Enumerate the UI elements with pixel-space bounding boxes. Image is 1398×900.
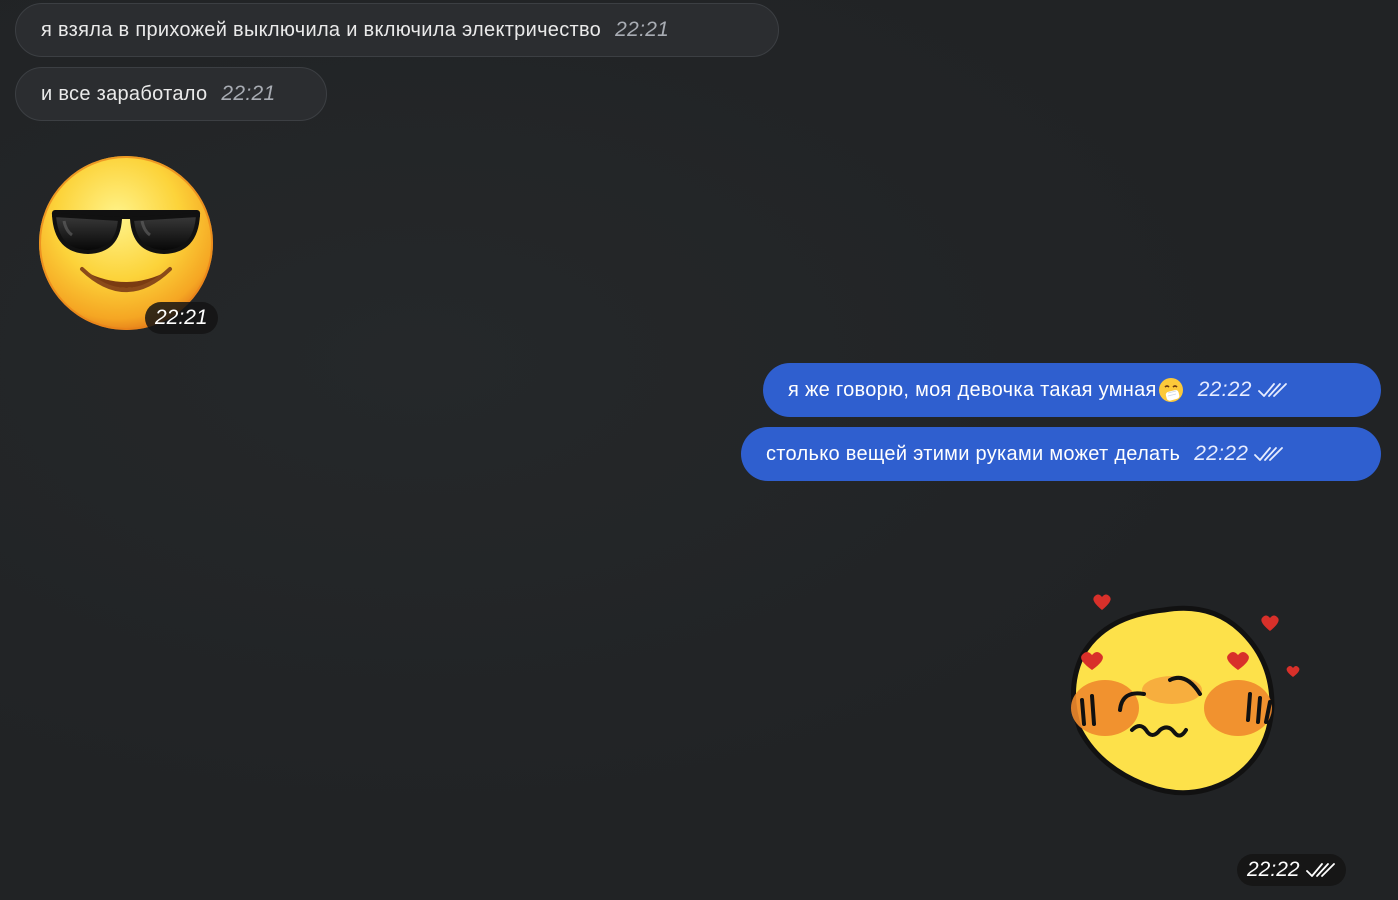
sticker-time-badge: 22:22 bbox=[1237, 854, 1346, 886]
sticker-time: 22:22 bbox=[1247, 858, 1300, 881]
sticker-time: 22:21 bbox=[155, 306, 208, 329]
outgoing-message[interactable]: столько вещей этими руками может делать … bbox=[741, 427, 1381, 481]
message-text: столько вещей этими руками может делать bbox=[766, 442, 1181, 465]
chat-area: я взяла в прихожей выключила и включила … bbox=[0, 0, 1398, 900]
incoming-message[interactable]: я взяла в прихожей выключила и включила … bbox=[15, 3, 779, 57]
blushing-hearts-sticker-icon bbox=[1070, 594, 1300, 796]
read-checkmarks-icon bbox=[1257, 381, 1288, 399]
sticker-time-badge: 22:21 bbox=[145, 302, 218, 334]
message-text: я взяла в прихожей выключила и включила … bbox=[41, 18, 602, 41]
incoming-message[interactable]: и все заработало 22:21 bbox=[15, 67, 327, 121]
read-checkmarks-icon bbox=[1254, 445, 1284, 463]
message-time: 22:22 bbox=[1197, 378, 1252, 401]
message-text: и все заработало bbox=[41, 82, 208, 105]
message-time: 22:21 bbox=[221, 82, 276, 105]
outgoing-message[interactable]: я же говорю, моя девочка такая умная 22:… bbox=[763, 363, 1381, 417]
message-text: я же говорю, моя девочка такая умная bbox=[788, 378, 1157, 401]
outgoing-sticker[interactable] bbox=[1060, 590, 1310, 805]
read-checkmarks-icon bbox=[1305, 861, 1336, 879]
message-time: 22:21 bbox=[615, 18, 670, 41]
message-time: 22:22 bbox=[1194, 442, 1249, 465]
sneezing-face-icon bbox=[1158, 378, 1183, 402]
